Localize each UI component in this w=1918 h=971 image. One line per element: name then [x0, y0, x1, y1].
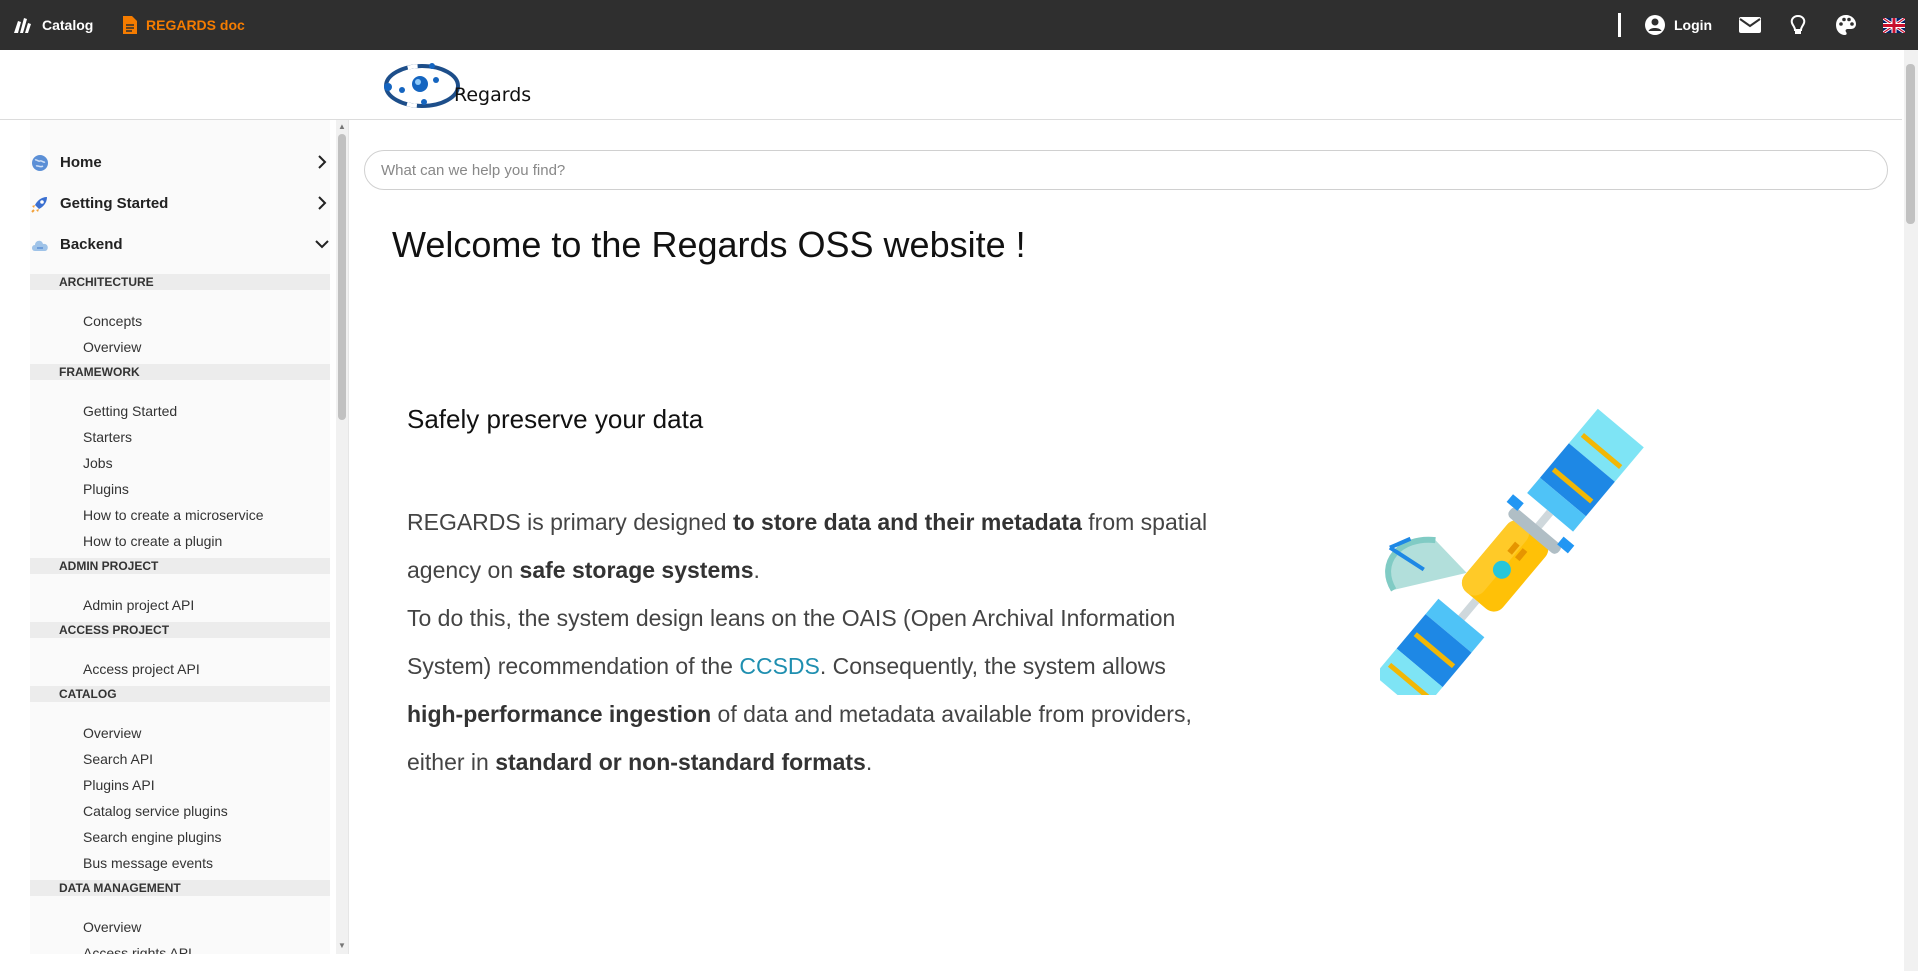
- document-icon: [122, 15, 138, 35]
- sidebar-scrollbar-thumb[interactable]: [338, 134, 346, 420]
- nav-link-plugins[interactable]: Plugins: [83, 481, 129, 497]
- divider: [1618, 13, 1621, 37]
- section-admin-project: ADMIN PROJECT: [30, 558, 330, 574]
- ccsds-link[interactable]: CCSDS: [739, 653, 820, 679]
- cloud-icon: [30, 235, 50, 255]
- nav-link-plugins-api[interactable]: Plugins API: [83, 777, 155, 793]
- section-access-project: ACCESS PROJECT: [30, 622, 330, 638]
- regards-doc-link[interactable]: REGARDS doc: [122, 0, 245, 50]
- nav-link-starters[interactable]: Starters: [83, 429, 132, 445]
- text-segment: REGARDS is primary designed: [407, 509, 733, 535]
- logo-header: Regards: [0, 50, 1902, 120]
- uk-flag-icon[interactable]: [1882, 13, 1906, 37]
- login-button[interactable]: Login: [1644, 0, 1712, 50]
- rocket-icon: [30, 194, 50, 214]
- sidebar-item-label: Home: [60, 154, 102, 171]
- nav-link-search-api[interactable]: Search API: [83, 751, 153, 767]
- nav-link-search-engine-plugins[interactable]: Search engine plugins: [83, 829, 222, 845]
- text-segment: .: [865, 749, 873, 775]
- sidebar-item-label: Getting Started: [60, 195, 169, 212]
- logo-text: Regards: [454, 84, 532, 106]
- section-architecture: ARCHITECTURE: [30, 274, 330, 290]
- regards-doc-label: REGARDS doc: [146, 17, 245, 33]
- catalog-label: Catalog: [42, 17, 94, 33]
- nav-link-framework-getting-started[interactable]: Getting Started: [83, 403, 177, 419]
- bold-text: safe storage systems: [519, 557, 754, 583]
- bold-text: high-performance ingestion: [407, 701, 712, 727]
- nav-link-create-microservice[interactable]: How to create a microservice: [83, 507, 264, 523]
- section-subtitle: Safely preserve your data: [407, 404, 704, 434]
- sidebar: Home Getting Started Backend ARCHITECTUR…: [0, 120, 348, 954]
- nav-link-access-project-api[interactable]: Access project API: [83, 661, 200, 677]
- palette-icon[interactable]: [1834, 13, 1858, 37]
- nav-link-jobs[interactable]: Jobs: [83, 455, 113, 471]
- scroll-up-arrow-icon[interactable]: ▲: [337, 123, 347, 131]
- nav-link-access-rights-api[interactable]: Access rights API: [83, 945, 192, 954]
- globe-icon: [30, 153, 50, 173]
- nav-link-data-management-overview[interactable]: Overview: [83, 919, 141, 935]
- regards-logo[interactable]: Regards: [380, 56, 540, 116]
- catalog-link[interactable]: Catalog: [12, 0, 93, 50]
- nav-link-concepts[interactable]: Concepts: [83, 313, 142, 329]
- content-divider: [348, 120, 349, 954]
- chevron-down-icon: [315, 240, 329, 249]
- sidebar-item-getting-started[interactable]: Getting Started: [30, 183, 330, 224]
- bold-text: to store data and their metadata: [732, 509, 1082, 535]
- mail-icon[interactable]: [1738, 13, 1762, 37]
- sidebar-item-home[interactable]: Home: [30, 142, 330, 183]
- search-input[interactable]: [364, 150, 1888, 190]
- lightbulb-icon[interactable]: [1786, 13, 1810, 37]
- sidebar-item-backend[interactable]: Backend: [30, 224, 330, 265]
- top-navbar: Catalog REGARDS doc Login: [0, 0, 1918, 50]
- bold-text: standard or non-standard formats: [495, 749, 866, 775]
- sidebar-nav: Home Getting Started Backend ARCHITECTUR…: [30, 120, 330, 954]
- nav-link-create-plugin[interactable]: How to create a plugin: [83, 533, 222, 549]
- section-data-management: DATA MANAGEMENT: [30, 880, 330, 896]
- satellite-illustration: [1380, 408, 1644, 695]
- sidebar-item-label: Backend: [60, 236, 123, 253]
- account-circle-icon: [1644, 14, 1666, 36]
- page-title: Welcome to the Regards OSS website !: [392, 224, 1026, 265]
- text-segment: . Consequently, the system allows: [819, 653, 1166, 679]
- section-catalog: CATALOG: [30, 686, 330, 702]
- section-framework: FRAMEWORK: [30, 364, 330, 380]
- book-stack-icon: [12, 15, 34, 35]
- scroll-down-arrow-icon[interactable]: ▼: [337, 942, 347, 950]
- page-scrollbar-thumb[interactable]: [1906, 64, 1915, 224]
- regards-eye-icon: [384, 63, 460, 108]
- nav-link-bus-message-events[interactable]: Bus message events: [83, 855, 213, 871]
- nav-link-architecture-overview[interactable]: Overview: [83, 339, 141, 355]
- text-segment: .: [753, 557, 760, 583]
- nav-link-admin-project-api[interactable]: Admin project API: [83, 597, 194, 613]
- chevron-right-icon: [318, 155, 327, 169]
- chevron-right-icon: [318, 196, 327, 210]
- login-label: Login: [1674, 17, 1713, 33]
- intro-paragraph: REGARDS is primary designed to store dat…: [407, 498, 1227, 786]
- nav-link-catalog-service-plugins[interactable]: Catalog service plugins: [83, 803, 228, 819]
- nav-link-catalog-overview[interactable]: Overview: [83, 725, 141, 741]
